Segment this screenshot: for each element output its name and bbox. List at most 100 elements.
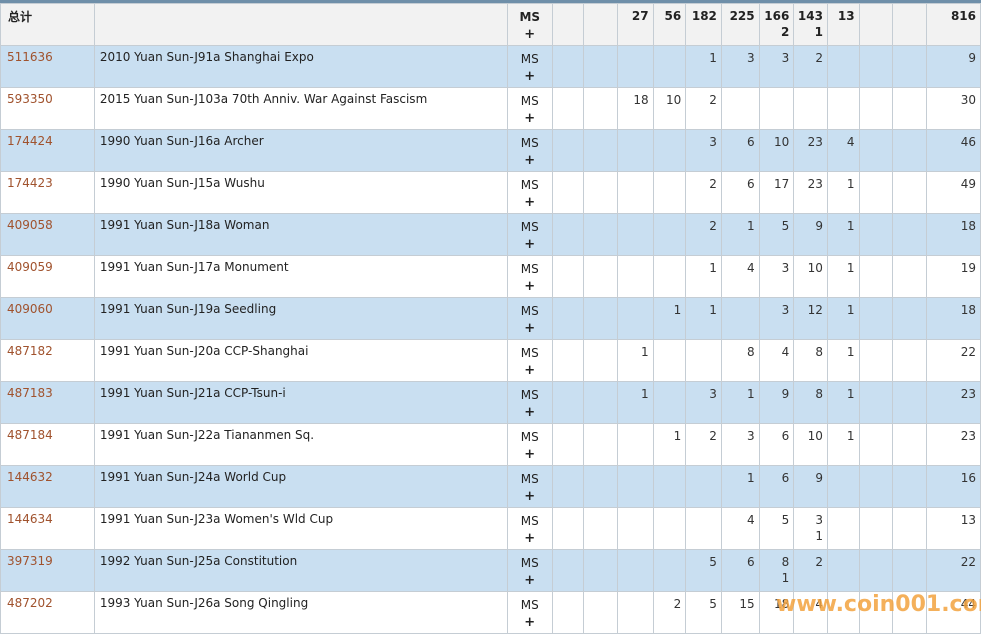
count-cell: 1 xyxy=(826,171,860,214)
row-id-cell: 487202 xyxy=(0,591,95,634)
table-row: 487183 1991 Yuan Sun-J21a CCP-Tsun-i MS +1 3… xyxy=(0,381,981,424)
count-cell xyxy=(551,339,585,382)
coin-id-link[interactable]: 397319 xyxy=(7,554,53,568)
count-cell: 1 xyxy=(616,339,654,382)
coin-name: 1991 Yuan Sun-J22a Tiananmen Sq. xyxy=(93,423,508,466)
count-cell xyxy=(685,339,722,382)
coin-id-link[interactable]: 487184 xyxy=(7,428,53,442)
count-cell: 12 xyxy=(793,297,828,340)
table-row: 144632 1991 Yuan Sun-J24a World Cup MS +1 6 9… xyxy=(0,465,981,508)
header-plus-label: + xyxy=(524,27,536,42)
count-cell: 23 xyxy=(793,171,828,214)
coin-id-link[interactable]: 409059 xyxy=(7,260,53,274)
coin-id-link[interactable]: 593350 xyxy=(7,92,53,106)
row-total: 23 xyxy=(925,381,981,424)
count-cell xyxy=(652,45,687,88)
count-cell: 3 xyxy=(685,129,722,172)
count-cell xyxy=(858,549,894,592)
grade-label: MS xyxy=(520,94,539,108)
row-total: 18 xyxy=(925,213,981,256)
header-grade-cell: MS + xyxy=(506,3,553,46)
count-cell xyxy=(652,255,687,298)
coin-id-link[interactable]: 487202 xyxy=(7,596,53,610)
count-cell: 1 xyxy=(685,255,722,298)
count-cell xyxy=(652,507,687,550)
grade-label: MS xyxy=(520,220,539,234)
row-id-cell: 593350 xyxy=(0,87,95,130)
coin-name: 1991 Yuan Sun-J23a Women's Wld Cup xyxy=(93,507,508,550)
count-cell xyxy=(583,549,618,592)
row-total: 46 xyxy=(925,129,981,172)
grade-label: MS xyxy=(520,598,539,612)
count-cell: 1 xyxy=(720,213,760,256)
count-cell: 8 xyxy=(793,381,828,424)
header-count-plus-value: 2 xyxy=(780,25,790,39)
count-cell: 1 xyxy=(826,381,860,424)
count-cell: 6 xyxy=(720,549,760,592)
count-cell: 4 xyxy=(720,507,760,550)
count-value: 2 xyxy=(709,177,717,191)
count-cell: 2 xyxy=(685,213,722,256)
count-cell: 1 xyxy=(616,381,654,424)
header-count-cell: 182 xyxy=(685,3,722,46)
coin-id-link[interactable]: 409058 xyxy=(7,218,53,232)
count-cell xyxy=(892,297,927,340)
count-cell: 8 xyxy=(720,339,760,382)
plus-label: + xyxy=(524,195,536,210)
count-cell xyxy=(583,255,618,298)
coin-id-link[interactable]: 409060 xyxy=(7,302,53,316)
count-cell xyxy=(583,129,618,172)
coin-id-link[interactable]: 487183 xyxy=(7,386,53,400)
grade-cell: MS + xyxy=(506,465,553,508)
count-cell xyxy=(583,297,618,340)
count-cell xyxy=(616,213,654,256)
grade-label: MS xyxy=(520,388,539,402)
coin-name: 1991 Yuan Sun-J17a Monument xyxy=(93,255,508,298)
count-cell xyxy=(720,87,760,130)
count-cell xyxy=(858,171,894,214)
count-cell xyxy=(858,465,894,508)
count-cell xyxy=(826,465,860,508)
population-table: 总计 MS + 27 56 182 225 166 2 143 1 13 816 5… xyxy=(0,3,981,634)
count-value: 5 xyxy=(781,513,790,527)
count-cell: 1 xyxy=(826,339,860,382)
count-cell xyxy=(892,549,927,592)
count-value: 1 xyxy=(846,219,855,233)
grade-cell: MS + xyxy=(506,255,553,298)
plus-label: + xyxy=(524,321,536,336)
count-cell xyxy=(826,87,860,130)
count-value: 6 xyxy=(781,471,790,485)
count-cell xyxy=(892,87,927,130)
coin-id-link[interactable]: 511636 xyxy=(7,50,53,64)
count-value: 1 xyxy=(747,219,755,233)
count-value: 2 xyxy=(673,597,682,611)
count-cell xyxy=(583,87,618,130)
table-row: 409058 1991 Yuan Sun-J18a Woman MS +2 1 5 9 1 18 xyxy=(0,213,981,256)
grade-cell: MS + xyxy=(506,591,553,634)
count-cell xyxy=(858,297,894,340)
count-cell: 3 xyxy=(758,297,795,340)
count-cell xyxy=(616,591,654,634)
coin-id-link[interactable]: 174423 xyxy=(7,176,53,190)
coin-id-link[interactable]: 144634 xyxy=(7,512,53,526)
count-cell: 1 xyxy=(826,423,860,466)
header-name-cell xyxy=(93,3,508,46)
grade-label: MS xyxy=(520,346,539,360)
coin-id-link[interactable]: 144632 xyxy=(7,470,53,484)
count-cell xyxy=(858,381,894,424)
table-row: 409060 1991 Yuan Sun-J19a Seedling MS +1 1 3 1… xyxy=(0,297,981,340)
count-cell xyxy=(652,381,687,424)
grade-label: MS xyxy=(520,262,539,276)
count-value: 10 xyxy=(774,135,790,149)
count-cell xyxy=(652,465,687,508)
count-cell xyxy=(652,129,687,172)
count-cell xyxy=(685,507,722,550)
coin-id-link[interactable]: 174424 xyxy=(7,134,53,148)
header-grand-total: 816 xyxy=(925,3,981,46)
coin-id-link[interactable]: 487182 xyxy=(7,344,53,358)
count-value: 3 xyxy=(709,135,717,149)
count-value: 18 xyxy=(633,93,649,107)
plus-label: + xyxy=(524,531,536,546)
count-cell: 5 xyxy=(685,591,722,634)
plus-label: + xyxy=(524,69,536,84)
